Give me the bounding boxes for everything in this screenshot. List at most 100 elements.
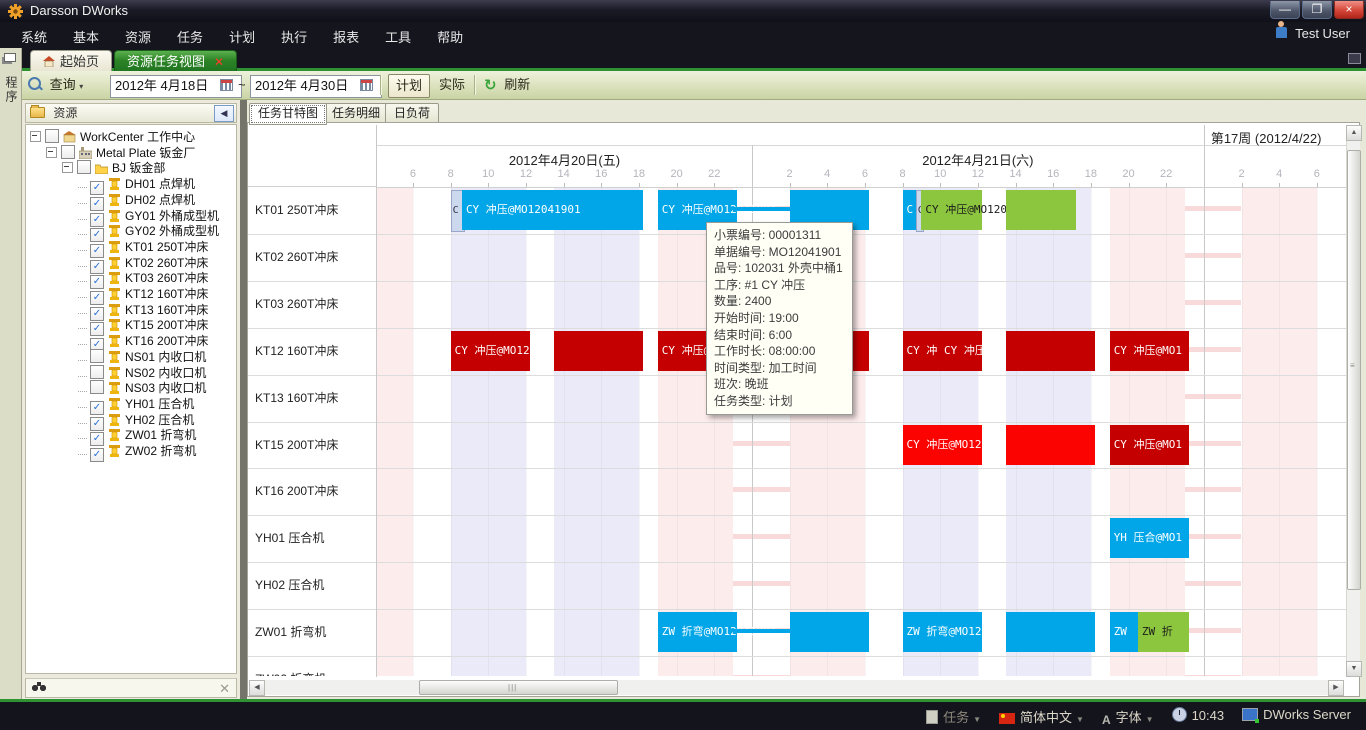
tree-item-KT15[interactable]: ✓KT15 200T冲床 — [78, 317, 208, 333]
resource-row-label: KT02 260T冲床 — [248, 234, 376, 281]
chevron-down-icon[interactable]: ▼ — [973, 715, 981, 724]
menu-item-1[interactable]: 基本 — [60, 22, 112, 51]
user-box[interactable]: Test User — [1276, 26, 1350, 41]
tab-task-detail[interactable]: 任务明细 — [323, 103, 389, 124]
scroll-up-icon[interactable]: ▲ — [1346, 125, 1362, 141]
horizontal-scrollbar[interactable]: ◀ ▶ ||| — [249, 680, 1344, 695]
close-button[interactable]: × — [1334, 1, 1364, 19]
menu-item-7[interactable]: 工具 — [372, 22, 424, 51]
tab-daily-load[interactable]: 日负荷 — [385, 103, 439, 124]
task-bar[interactable]: ZW 折弯@MO12041901 — [658, 612, 737, 652]
tab-resource-task-view[interactable]: 资源任务视图✕ — [114, 50, 237, 72]
tree-item-NS02[interactable]: NS02 内收口机 — [78, 365, 206, 381]
tree-checkbox[interactable]: ✓ — [90, 448, 104, 462]
tree-item-YH01[interactable]: ✓YH01 压合机 — [78, 396, 194, 412]
tree-item-KT13[interactable]: ✓KT13 160T冲床 — [78, 302, 208, 318]
resource-row-label: ZW02 折弯机 — [248, 656, 376, 676]
task-bar[interactable]: ZW 折弯@MO12041901 — [903, 612, 982, 652]
task-bar[interactable]: ZW 折 — [1138, 612, 1189, 652]
tab-home[interactable]: 起始页 — [30, 50, 112, 72]
machine-icon — [108, 367, 121, 379]
query-button[interactable]: 查询 ▾ — [28, 74, 83, 96]
task-bar[interactable] — [1006, 190, 1076, 230]
tree-item-ZW01[interactable]: ✓ZW01 折弯机 — [78, 427, 196, 443]
date-from-picker[interactable]: 2012年 4月18日 ▾ — [110, 75, 242, 98]
tree-item-WorkCenter[interactable]: WorkCenter 工作中心 — [30, 129, 195, 145]
task-bar[interactable]: CY 冲 CY 冲压@MO12041904 — [903, 331, 982, 371]
tree-checkbox[interactable] — [77, 160, 91, 174]
tree-item-DH01[interactable]: ✓DH01 点焊机 — [78, 176, 195, 192]
restore-button[interactable]: ❐ — [1302, 1, 1332, 19]
scroll-down-icon[interactable]: ▼ — [1346, 661, 1362, 677]
tree-item-Metal[interactable]: Metal Plate 钣金厂 — [46, 145, 195, 161]
chevron-down-icon[interactable]: ▼ — [1076, 715, 1084, 724]
tree-checkbox[interactable] — [45, 129, 59, 143]
tree-checkbox[interactable] — [61, 145, 75, 159]
menu-item-5[interactable]: 执行 — [268, 22, 320, 51]
task-bar[interactable] — [790, 612, 869, 652]
task-bar[interactable] — [554, 331, 643, 371]
tooltip-line: 品号: 102031 外壳中桶1 — [714, 260, 845, 277]
plan-toggle-button[interactable]: 计划 — [388, 74, 430, 98]
tree-item-GY02[interactable]: ✓GY02 外桶成型机 — [78, 223, 219, 239]
menu-item-8[interactable]: 帮助 — [424, 22, 476, 51]
program-panel-tab[interactable]: 程序 — [3, 76, 20, 104]
tree-item-NS03[interactable]: NS03 内收口机 — [78, 380, 206, 396]
task-bar[interactable]: YH 压合@MO1 — [1110, 518, 1189, 558]
tab-gantt-chart[interactable]: 任务甘特图 — [249, 103, 327, 125]
hour-tick-label: 14 — [1004, 168, 1028, 180]
scroll-left-icon[interactable]: ◀ — [249, 680, 265, 696]
tree-item-KT03[interactable]: ✓KT03 260T冲床 — [78, 270, 208, 286]
tree-item-ZW02[interactable]: ✓ZW02 折弯机 — [78, 443, 196, 459]
tree-item-KT01[interactable]: ✓KT01 250T冲床 — [78, 239, 208, 255]
minimize-button[interactable]: — — [1270, 1, 1300, 19]
panel-layout-icon[interactable] — [1348, 53, 1361, 64]
menu-item-6[interactable]: 报表 — [320, 22, 372, 51]
tree-item-NS01[interactable]: NS01 内收口机 — [78, 349, 206, 365]
menu-item-3[interactable]: 任务 — [164, 22, 216, 51]
night-shift-stripe — [377, 187, 413, 676]
task-bar[interactable]: CY 冲压@MO12041902 — [921, 190, 981, 230]
tree-item-KT16[interactable]: ✓KT16 200T冲床 — [78, 333, 208, 349]
refresh-button[interactable]: ↻ 刷新 — [484, 74, 530, 96]
chevron-down-icon[interactable]: ▼ — [1146, 715, 1154, 724]
status-item-1[interactable]: 简体中文▼ — [999, 707, 1084, 726]
clear-filter-icon[interactable]: ✕ — [219, 681, 230, 697]
tree-expander-icon[interactable] — [62, 162, 73, 173]
status-item-0[interactable]: 任务▼ — [926, 707, 981, 726]
actual-toggle-button[interactable]: 实际 — [432, 74, 472, 96]
task-bar[interactable] — [1006, 331, 1095, 371]
panel-splitter[interactable] — [240, 100, 247, 700]
tree-item-BJ[interactable]: BJ 钣金部 — [62, 160, 165, 176]
tree-item-KT02[interactable]: ✓KT02 260T冲床 — [78, 255, 208, 271]
task-bar[interactable]: CY 冲压@MO12041901 — [462, 190, 643, 230]
menu-item-0[interactable]: 系统 — [8, 22, 60, 51]
tree-expander-icon[interactable] — [30, 131, 41, 142]
collapse-panel-button[interactable]: ◀ — [214, 105, 234, 122]
status-item-2[interactable]: A字体▼ — [1102, 707, 1154, 727]
task-bar[interactable] — [1006, 612, 1095, 652]
tree-checkbox[interactable] — [90, 365, 104, 379]
find-icon[interactable] — [32, 682, 46, 692]
tree-expander-icon[interactable] — [46, 147, 57, 158]
tree-item-GY01[interactable]: ✓GY01 外桶成型机 — [78, 208, 219, 224]
task-bar[interactable]: CY 冲压@MO12041903 — [903, 425, 982, 465]
tab-close-icon[interactable]: ✕ — [214, 55, 224, 69]
horizontal-scroll-thumb[interactable]: ||| — [419, 680, 618, 695]
tree-item-KT12[interactable]: ✓KT12 160T冲床 — [78, 286, 208, 302]
tree-checkbox[interactable] — [90, 380, 104, 394]
scroll-right-icon[interactable]: ▶ — [1328, 680, 1344, 696]
tree-item-DH02[interactable]: ✓DH02 点焊机 — [78, 192, 195, 208]
tree-checkbox[interactable] — [90, 349, 104, 363]
task-bar[interactable] — [1006, 425, 1095, 465]
task-bar[interactable]: CY 冲压@MO1 — [1110, 331, 1189, 371]
task-bar[interactable]: CY 冲压@MO1 — [1110, 425, 1189, 465]
tree-item-YH02[interactable]: ✓YH02 压合机 — [78, 412, 194, 428]
vertical-scrollbar[interactable]: ▲ ▼ ≡ — [1346, 125, 1360, 677]
date-to-picker[interactable]: 2012年 4月30日 ▾ — [250, 75, 382, 98]
query-dropdown-icon[interactable]: ▾ — [79, 82, 83, 91]
menu-item-2[interactable]: 资源 — [112, 22, 164, 51]
task-bar[interactable]: CY 冲压@MO12041904 — [451, 331, 530, 371]
vertical-scroll-thumb[interactable]: ≡ — [1347, 150, 1361, 590]
menu-item-4[interactable]: 计划 — [216, 22, 268, 51]
